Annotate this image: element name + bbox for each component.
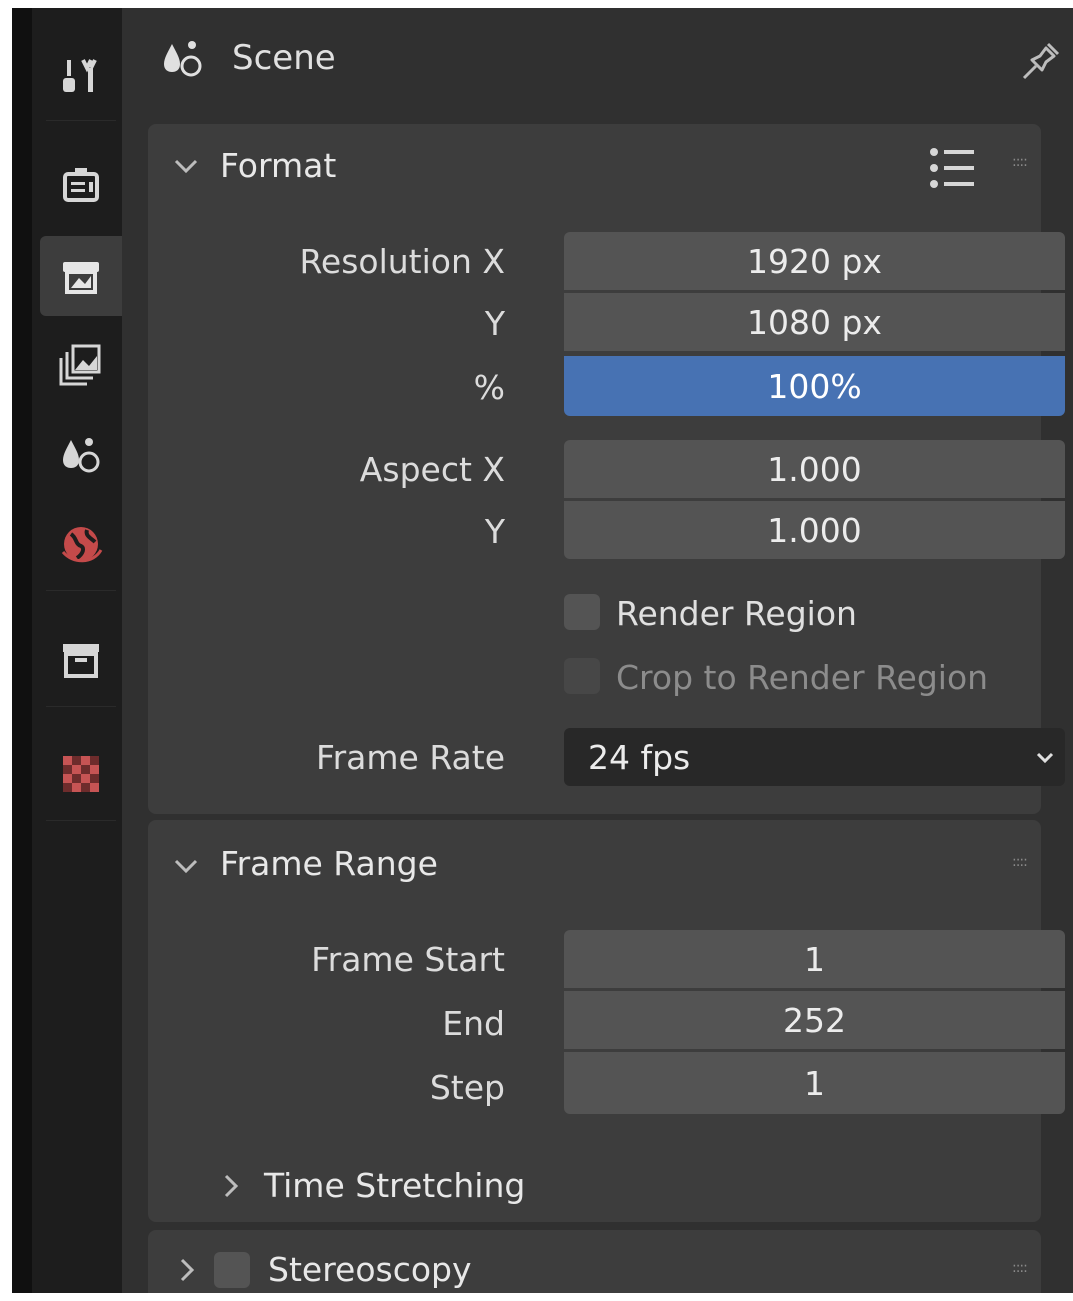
frame-rate-value: 24 fps <box>588 737 691 777</box>
chevron-right-icon <box>180 1258 195 1282</box>
properties-content: Scene Format :::: Resolution X 1920 px Y… <box>122 8 1073 1293</box>
drag-grip-icon[interactable]: :::: <box>1012 854 1028 870</box>
frame-range-panel: Frame Range :::: Frame Start 1 End 252 S… <box>148 820 1065 1222</box>
tab-divider <box>46 120 116 121</box>
drag-grip-icon[interactable]: :::: <box>1012 1260 1028 1276</box>
world-icon <box>61 527 103 563</box>
frame-end-label: End <box>442 1004 505 1043</box>
view-layer-icon <box>59 344 101 386</box>
properties-tab-sidebar <box>12 8 122 1293</box>
tab-divider <box>46 820 116 821</box>
scene-icon <box>164 41 202 77</box>
tool-tab[interactable] <box>40 38 122 114</box>
frame-step-label: Step <box>429 1068 505 1107</box>
world-tab[interactable] <box>40 506 122 582</box>
resolution-y-field[interactable]: 1080 px <box>564 293 1065 351</box>
frame-start-label: Frame Start <box>311 940 505 979</box>
aspect-y-field[interactable]: 1.000 <box>564 501 1065 559</box>
aspect-y-label: Y <box>484 512 505 551</box>
stereoscopy-panel-title: Stereoscopy <box>268 1250 472 1289</box>
stereoscopy-checkbox[interactable] <box>214 1252 250 1288</box>
format-panel-title: Format <box>220 146 337 185</box>
chevron-right-icon <box>224 1174 239 1198</box>
format-panel-header[interactable]: Format :::: <box>148 124 1041 210</box>
tool-icon <box>63 59 97 92</box>
tab-divider <box>46 590 116 591</box>
resolution-x-field[interactable]: 1920 px <box>564 232 1065 290</box>
resolution-y-label: Y <box>484 304 505 343</box>
aspect-x-label: Aspect X <box>359 450 505 489</box>
scene-tab[interactable] <box>40 418 122 494</box>
resolution-percent-label: % <box>473 368 505 407</box>
render-region-label[interactable]: Render Region <box>616 594 857 633</box>
resolution-percent-slider[interactable]: 100% <box>564 356 1065 416</box>
aspect-x-field[interactable]: 1.000 <box>564 440 1065 498</box>
output-printer-icon <box>63 262 99 294</box>
chevron-down-icon <box>1036 752 1054 764</box>
crop-to-render-region-label[interactable]: Crop to Render Region <box>616 658 988 697</box>
frame-end-field[interactable]: 252 <box>564 991 1065 1049</box>
collection-tab[interactable] <box>40 622 122 698</box>
frame-range-panel-title: Frame Range <box>220 844 438 883</box>
stereoscopy-panel: Stereoscopy :::: <box>148 1230 1041 1293</box>
stereoscopy-panel-header[interactable]: Stereoscopy :::: <box>148 1230 1041 1293</box>
drag-grip-icon[interactable]: :::: <box>1012 154 1028 170</box>
time-stretching-label: Time Stretching <box>264 1166 526 1205</box>
texture-checker-icon <box>63 756 99 792</box>
scene-icon <box>63 438 100 473</box>
context-title: Scene <box>232 38 336 78</box>
crop-to-render-region-checkbox[interactable] <box>564 658 600 694</box>
resolution-x-label: Resolution X <box>299 242 505 281</box>
context-header: Scene <box>122 8 1073 116</box>
render-icon <box>63 168 99 202</box>
render-region-checkbox[interactable] <box>564 594 600 630</box>
output-tab[interactable] <box>40 236 122 316</box>
chevron-down-icon <box>174 159 198 174</box>
time-stretching-subpanel-header[interactable]: Time Stretching <box>208 1160 628 1210</box>
frame-step-field[interactable]: 1 <box>564 1052 1065 1114</box>
chevron-down-icon <box>174 859 198 874</box>
tab-divider <box>46 706 116 707</box>
frame-rate-dropdown[interactable]: 24 fps <box>564 728 1065 786</box>
texture-tab[interactable] <box>40 736 122 812</box>
frame-range-panel-header[interactable]: Frame Range :::: <box>148 820 1041 906</box>
collection-box-icon <box>63 644 99 678</box>
sidebar-edge <box>12 8 32 1293</box>
render-tab[interactable] <box>40 148 122 224</box>
frame-start-field[interactable]: 1 <box>564 930 1065 988</box>
frame-rate-label: Frame Rate <box>316 738 505 777</box>
presets-list-icon[interactable] <box>928 144 978 190</box>
pin-icon[interactable] <box>1018 38 1064 84</box>
view-layer-tab[interactable] <box>40 326 122 402</box>
properties-editor-window: Scene Format :::: Resolution X 1920 px Y… <box>12 8 1073 1293</box>
format-panel: Format :::: Resolution X 1920 px Y 1080 … <box>148 124 1065 814</box>
